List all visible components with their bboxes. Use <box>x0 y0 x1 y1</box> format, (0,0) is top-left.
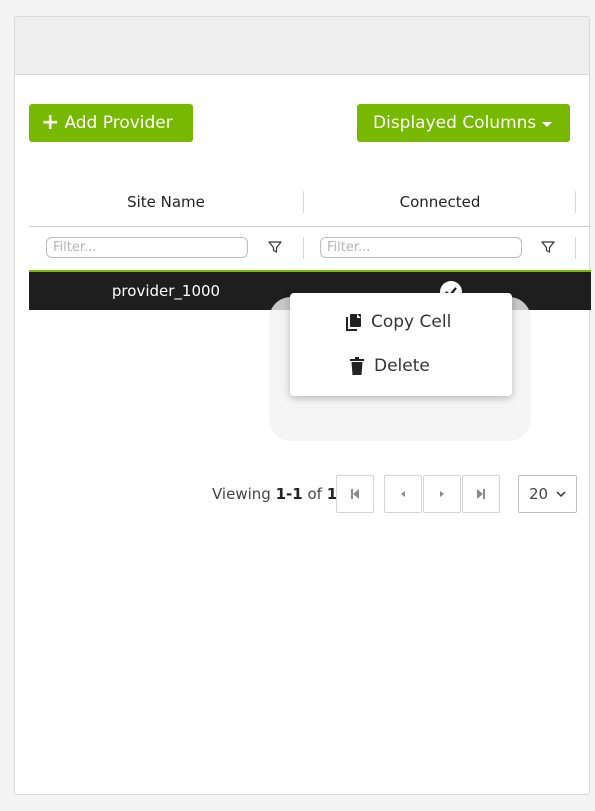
viewing-label: Viewing <box>212 485 271 503</box>
last-page-button[interactable] <box>462 475 500 513</box>
providers-panel: + Add Provider Displayed Columns Site Na… <box>14 16 591 795</box>
next-page-button[interactable] <box>423 475 461 513</box>
add-provider-button[interactable]: + Add Provider <box>29 104 193 142</box>
first-page-icon <box>351 489 359 499</box>
site-name-cell[interactable]: provider_1000 <box>29 272 303 310</box>
panel-header <box>15 17 589 75</box>
page-size-value: 20 <box>529 485 549 503</box>
add-provider-label: Add Provider <box>64 113 173 133</box>
delete-menu-item[interactable]: Delete <box>290 348 512 384</box>
column-divider <box>575 237 576 259</box>
pagination-summary: Viewing 1-1 of 1 <box>212 485 337 503</box>
viewing-range: 1-1 <box>275 485 303 503</box>
column-header-label: Site Name <box>127 193 205 211</box>
delete-label: Delete <box>374 356 430 376</box>
last-page-icon <box>477 489 485 499</box>
displayed-columns-button[interactable]: Displayed Columns <box>357 104 570 142</box>
chevron-down-icon <box>556 491 566 498</box>
column-divider <box>303 191 304 213</box>
filter-input-site-name[interactable]: Filter... <box>46 237 248 258</box>
next-page-icon <box>440 491 444 497</box>
trash-icon <box>348 356 366 376</box>
caret-down-icon <box>542 122 553 127</box>
prev-page-button[interactable] <box>384 475 422 513</box>
plus-icon: + <box>41 110 60 135</box>
prev-page-icon <box>401 491 405 497</box>
column-header-site-name[interactable]: Site Name <box>29 185 303 219</box>
first-page-button[interactable] <box>336 475 374 513</box>
column-header-connected[interactable]: Connected <box>303 185 577 219</box>
context-menu: Copy Cell Delete <box>290 293 512 396</box>
column-header-label: Connected <box>399 193 481 211</box>
copy-cell-menu-item[interactable]: Copy Cell <box>290 304 512 340</box>
filter-input-connected[interactable]: Filter... <box>320 237 522 258</box>
column-divider <box>575 191 576 213</box>
of-label: of <box>307 485 322 503</box>
displayed-columns-label: Displayed Columns <box>373 113 537 133</box>
page-size-select[interactable]: 20 <box>518 475 577 513</box>
filter-icon[interactable] <box>267 239 283 255</box>
filter-icon[interactable] <box>540 239 556 255</box>
copy-icon <box>345 312 363 332</box>
copy-cell-label: Copy Cell <box>371 312 452 332</box>
column-divider <box>303 237 304 259</box>
header-divider <box>29 226 591 227</box>
